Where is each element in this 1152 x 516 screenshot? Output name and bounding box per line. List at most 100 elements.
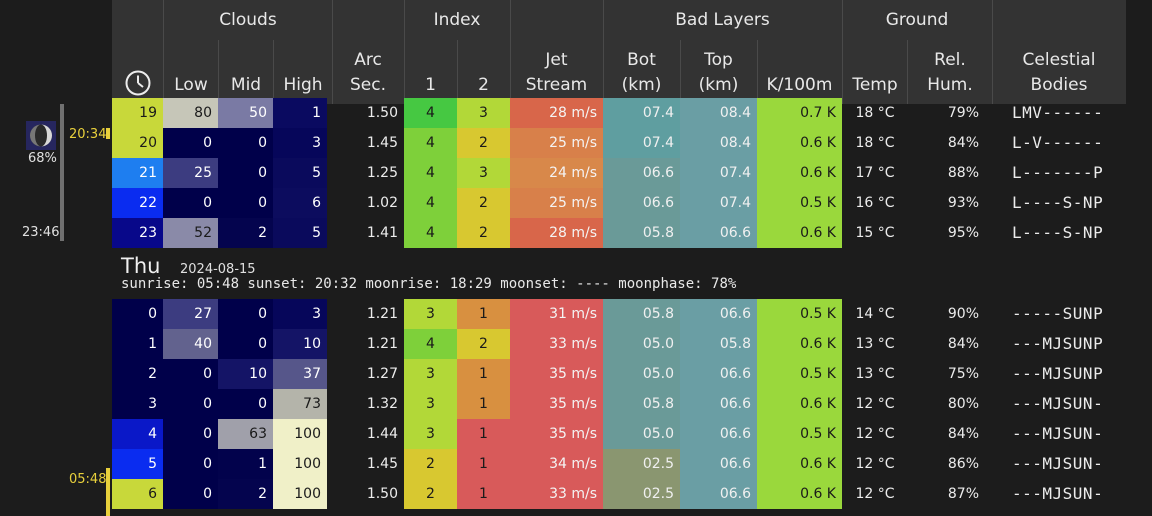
col-arc-2: Sec. (349, 75, 386, 95)
cell-rh: 93% (947, 195, 979, 211)
cell-mid: 10 (218, 359, 273, 389)
cell-high: 10 (273, 329, 327, 359)
cell-k: 0.6 K (757, 389, 842, 419)
cell-rh: 86% (947, 456, 979, 472)
cell-i1: 3 (404, 389, 457, 419)
cell-i1: 4 (404, 98, 457, 128)
col-celestial-2: Bodies (1030, 75, 1088, 95)
cell-arc: 1.50 (366, 105, 398, 121)
cell-bot: 07.4 (603, 128, 680, 158)
cell-rh: 87% (947, 486, 979, 502)
cell-i2: 2 (457, 218, 510, 248)
cell-i2: 1 (457, 449, 510, 479)
cell-temp: 16 °C (855, 195, 895, 211)
cell-top: 08.4 (680, 98, 757, 128)
cell-mid: 50 (218, 98, 273, 128)
cell-temp: 17 °C (855, 165, 895, 181)
cell-rh: 79% (947, 105, 979, 121)
cell-k: 0.5 K (757, 188, 842, 218)
cell-temp: 12 °C (855, 426, 895, 442)
cell-cel: L-------P (1012, 163, 1104, 182)
cell-i1: 4 (404, 218, 457, 248)
col-top: Top (704, 50, 733, 70)
col-low: Low (174, 75, 208, 95)
col-mid: Mid (230, 75, 262, 95)
cell-hour: 23 (112, 218, 163, 248)
cell-high: 6 (273, 188, 327, 218)
cell-jet: 35 m/s (510, 389, 603, 419)
cell-top: 07.4 (680, 158, 757, 188)
cell-arc: 1.02 (366, 195, 398, 211)
cell-hour: 3 (112, 389, 163, 419)
cell-mid: 2 (218, 218, 273, 248)
cell-bot: 05.0 (603, 419, 680, 449)
col-jet: Jet (545, 50, 568, 70)
moon-percent: 68% (28, 151, 57, 166)
cell-bot: 02.5 (603, 479, 680, 509)
cell-i1: 4 (404, 128, 457, 158)
cell-mid: 0 (218, 158, 273, 188)
cell-hour: 1 (112, 329, 163, 359)
cell-bot: 05.0 (603, 359, 680, 389)
cell-low: 0 (163, 449, 218, 479)
cell-k: 0.6 K (757, 329, 842, 359)
cell-high: 3 (273, 299, 327, 329)
col-jet-2: Stream (525, 75, 588, 95)
cell-i1: 3 (404, 419, 457, 449)
cell-bot: 07.4 (603, 98, 680, 128)
cell-high: 5 (273, 158, 327, 188)
col-arc: Arc (354, 50, 382, 70)
moonrise-marker: 20:34 (69, 127, 107, 142)
cell-mid: 0 (218, 128, 273, 158)
cell-cel: L----S-NP (1012, 223, 1104, 242)
moon-phase-icon (26, 121, 56, 150)
col-index-1: 1 (425, 75, 436, 95)
sun-bar (106, 128, 110, 139)
cell-k: 0.5 K (757, 299, 842, 329)
cell-bot: 05.0 (603, 329, 680, 359)
cell-i1: 4 (404, 329, 457, 359)
cell-cel: -----SUNP (1012, 304, 1104, 323)
cell-cel: L----S-NP (1012, 193, 1104, 212)
cell-rh: 95% (947, 225, 979, 241)
cell-jet: 25 m/s (510, 128, 603, 158)
cell-mid: 0 (218, 389, 273, 419)
moonset-marker: 23:46 (22, 225, 60, 240)
cell-hour: 22 (112, 188, 163, 218)
cell-i2: 1 (457, 389, 510, 419)
cell-arc: 1.32 (366, 396, 398, 412)
cell-temp: 13 °C (855, 336, 895, 352)
cell-top: 08.4 (680, 128, 757, 158)
cell-top: 06.6 (680, 359, 757, 389)
cell-k: 0.5 K (757, 419, 842, 449)
cell-top: 06.6 (680, 449, 757, 479)
cell-i1: 2 (404, 449, 457, 479)
cell-i1: 4 (404, 158, 457, 188)
cell-hour: 2 (112, 359, 163, 389)
cell-temp: 18 °C (855, 105, 895, 121)
day-weekday: Thu (121, 254, 161, 278)
cell-top: 06.6 (680, 299, 757, 329)
cell-top: 06.6 (680, 389, 757, 419)
cell-high: 37 (273, 359, 327, 389)
cell-i2: 1 (457, 359, 510, 389)
col-rel-hum-2: Hum. (927, 75, 973, 95)
cell-hour: 19 (112, 98, 163, 128)
cell-arc: 1.41 (366, 225, 398, 241)
group-index: Index (433, 10, 481, 30)
cell-low: 0 (163, 479, 218, 509)
cell-k: 0.6 K (757, 449, 842, 479)
cell-cel: ---MJSUN- (1012, 484, 1104, 503)
cell-bot: 05.8 (603, 389, 680, 419)
cell-temp: 12 °C (855, 396, 895, 412)
cell-hour: 4 (112, 419, 163, 449)
clock-icon (112, 68, 163, 98)
cell-arc: 1.25 (366, 165, 398, 181)
cell-i2: 3 (457, 98, 510, 128)
cell-temp: 18 °C (855, 135, 895, 151)
cell-jet: 35 m/s (510, 359, 603, 389)
cell-k: 0.6 K (757, 218, 842, 248)
col-bot-2: (km) (621, 75, 662, 95)
group-bad-layers: Bad Layers (675, 10, 770, 30)
cell-bot: 06.6 (603, 188, 680, 218)
